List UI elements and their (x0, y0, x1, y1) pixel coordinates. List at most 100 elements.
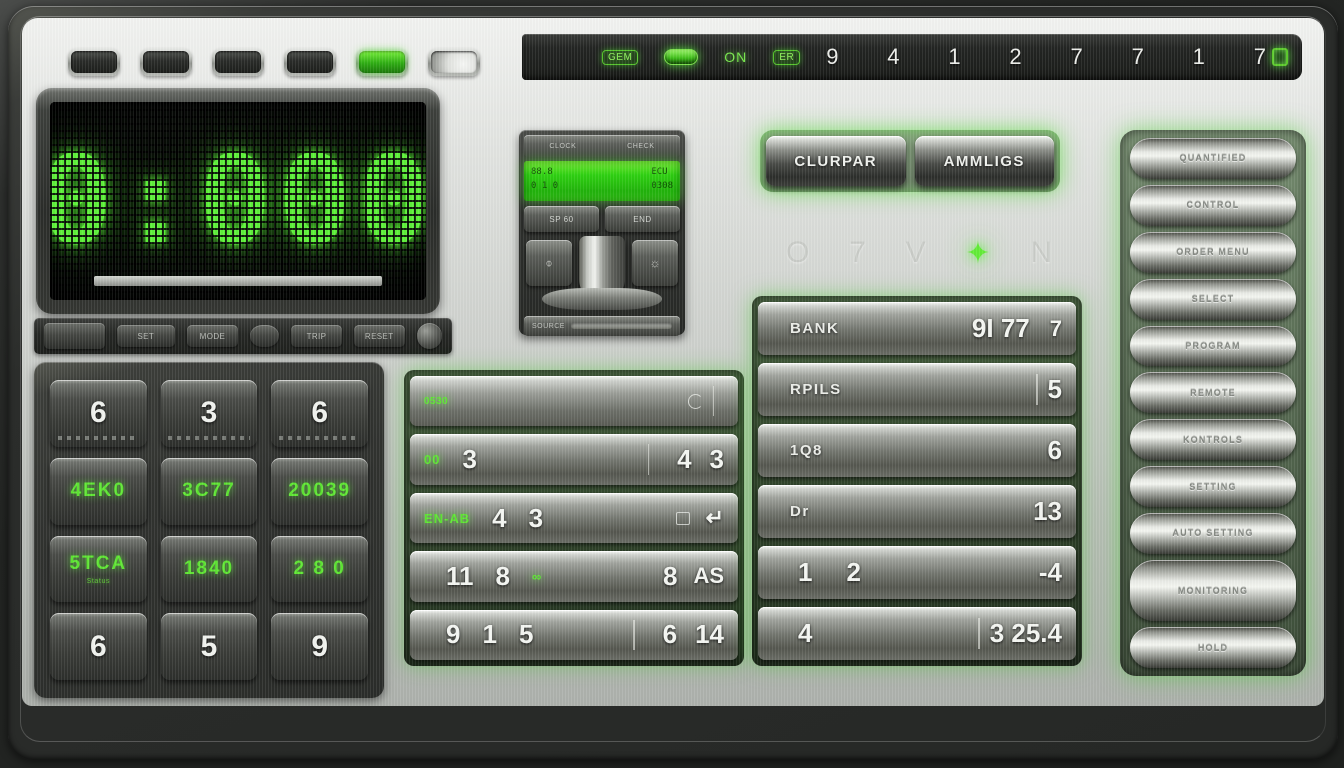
bar-rpils-value: 5 (1047, 374, 1062, 404)
status-end-icon[interactable] (1272, 48, 1288, 66)
keypad-key-12[interactable]: 9 (271, 613, 368, 680)
clurpar-button[interactable]: CLURPAR (766, 136, 906, 186)
top-button-4[interactable] (284, 48, 336, 76)
keypad-key-3[interactable]: 6 (271, 380, 368, 447)
bar-1q8[interactable]: 1Q8 6 (758, 424, 1076, 477)
status-indicator-on: ON (724, 49, 747, 65)
bar-rpils-divider (1036, 373, 1038, 406)
status-indicator-er[interactable]: ER (773, 49, 801, 65)
bar-row-4-num-2: 1 (482, 619, 497, 650)
lcd-left-column: 88.8 0 1 0 (531, 166, 558, 196)
pill-2[interactable]: CONTROL (1130, 184, 1296, 226)
pill-4[interactable]: SELECT (1130, 278, 1296, 320)
char-indicator-3: V (905, 236, 926, 269)
bar-row-3-tail-num-1: 8 (662, 560, 678, 591)
keypad-key-9-value: 2 8 0 (293, 557, 346, 579)
keypad-key-3-label: 6 (311, 396, 328, 430)
bar-row-3[interactable]: 11 8 ∞ 8 AS (410, 551, 738, 602)
bar-row-3-tail-text: AS (693, 563, 724, 589)
module-lcd: 88.8 0 1 0 ECU 0308 (524, 161, 680, 201)
module-button-left[interactable]: SP 60 (524, 206, 599, 232)
status-indicator-pill[interactable] (664, 49, 699, 65)
module-footer-slot[interactable] (570, 323, 672, 329)
keypad-key-11-label: 5 (200, 629, 218, 663)
sub-button-5[interactable]: TRIP (291, 325, 342, 347)
sub-button-1[interactable] (44, 323, 105, 349)
bar-row-4[interactable]: 9 1 5 6 14 (410, 609, 738, 661)
module-footer-label: SOURCE (532, 322, 565, 330)
keypad-key-4[interactable]: 4EK0 (50, 457, 147, 525)
module-joystick-area: ⌽ ☼ (524, 236, 680, 314)
status-digit-4: 2 (1009, 44, 1022, 69)
keypad-key-4-value: 4EK0 (70, 480, 127, 502)
top-button-6[interactable] (428, 48, 480, 76)
top-button-3[interactable] (212, 48, 264, 76)
pill-9[interactable]: AUTO SETTING (1130, 513, 1296, 554)
bar-4-3-divider (978, 617, 980, 650)
top-button-2[interactable] (140, 48, 192, 76)
bar-row-1[interactable]: 00 3 4 3 (410, 434, 738, 485)
top-button-5[interactable] (356, 48, 408, 76)
bar-bank-tail: 7 (1049, 315, 1062, 341)
lamp-icon[interactable]: ⌽ (526, 240, 572, 286)
keypad-key-10[interactable]: 6 (50, 613, 147, 680)
module-button-right[interactable]: END (605, 206, 680, 232)
keypad-key-6[interactable]: 20039 (271, 457, 368, 525)
pill-11[interactable]: HOLD (1130, 627, 1296, 669)
bar-header-green-label: 0530 (424, 395, 449, 407)
bar-row-1-tail-num-1: 4 (677, 444, 692, 475)
char-indicator-2: 7 (849, 236, 866, 269)
keypad-key-7-value: 5TCA (69, 552, 128, 574)
module-header-left: CLOCK (549, 142, 577, 150)
keypad-key-2[interactable]: 3 (160, 380, 258, 447)
ammligs-button[interactable]: AMMLIGS (914, 136, 1054, 186)
sub-button-4[interactable] (249, 325, 280, 347)
top-button-1[interactable] (68, 48, 120, 76)
status-digit-group: 9 4 1 2 7 7 1 7 (826, 44, 1272, 70)
sub-button-3[interactable]: MODE (187, 325, 238, 347)
sub-button-6[interactable]: RESET (353, 325, 405, 347)
sub-button-2[interactable]: SET (116, 325, 176, 347)
keypad-key-8[interactable]: 1840 (160, 535, 258, 603)
pill-6[interactable]: REMOTE (1130, 372, 1296, 414)
bar-row-1-divider (647, 444, 650, 475)
pill-3[interactable]: ORDER MENU (1130, 231, 1296, 273)
bar-row-2-tail-text: ↵ (705, 505, 724, 531)
keypad-key-6-value: 20039 (288, 480, 352, 502)
keypad-key-9[interactable]: 2 8 0 (271, 535, 368, 603)
bar-dr[interactable]: Dr 13 (758, 485, 1076, 538)
character-indicator-row: O 7 V ✦ N (774, 230, 1064, 276)
dim-icon[interactable]: ☼ (632, 240, 678, 286)
bar-header-tail-divider (712, 386, 714, 417)
pill-7[interactable]: KONTROLS (1130, 419, 1296, 461)
bar-4-3[interactable]: 4 3 25.4 (758, 607, 1076, 660)
bar-12-num-1: 1 (798, 557, 813, 587)
bar-row-2[interactable]: EN-AB 4 3 ↵ (410, 492, 738, 544)
bar-4-3-value: 3 25.4 (989, 618, 1062, 648)
bar-4-3-num-1: 4 (798, 618, 813, 648)
bar-bank[interactable]: BANK 9I 77 7 (758, 302, 1076, 355)
bar-row-1-num-1: 3 (462, 444, 477, 475)
led-screen: 0:000 (50, 102, 426, 300)
keypad-key-11[interactable]: 5 (160, 613, 258, 680)
status-indicator-gem[interactable]: GEM (602, 49, 639, 65)
bar-rpils[interactable]: RPILS 5 (758, 363, 1076, 416)
keypad-key-7[interactable]: 5TCA Status (50, 535, 147, 603)
module-footer: SOURCE (524, 316, 680, 336)
bar-12[interactable]: 1 2 -4 (758, 546, 1076, 599)
keypad-key-1[interactable]: 6 (50, 380, 147, 447)
bar-row-3-green-mid: ∞ (531, 568, 543, 584)
pill-5[interactable]: PROGRAM (1130, 325, 1296, 367)
pill-8[interactable]: SETTING (1130, 466, 1296, 507)
bar-header[interactable]: 0530 (410, 376, 738, 427)
bar-header-refresh-icon (687, 393, 703, 409)
pill-10[interactable]: MONITORING (1130, 559, 1296, 622)
pill-1[interactable]: QUANTIFIED (1130, 138, 1296, 179)
green-pill-icon (664, 49, 699, 65)
sub-button-strip: SET MODE TRIP RESET (34, 318, 452, 354)
top-button-1-cap (71, 51, 117, 73)
top-button-5-cap (359, 51, 405, 73)
keypad-key-5[interactable]: 3C77 (160, 457, 258, 525)
bar-row-1-green-label: 00 (424, 452, 441, 468)
sub-button-7[interactable] (416, 323, 442, 349)
